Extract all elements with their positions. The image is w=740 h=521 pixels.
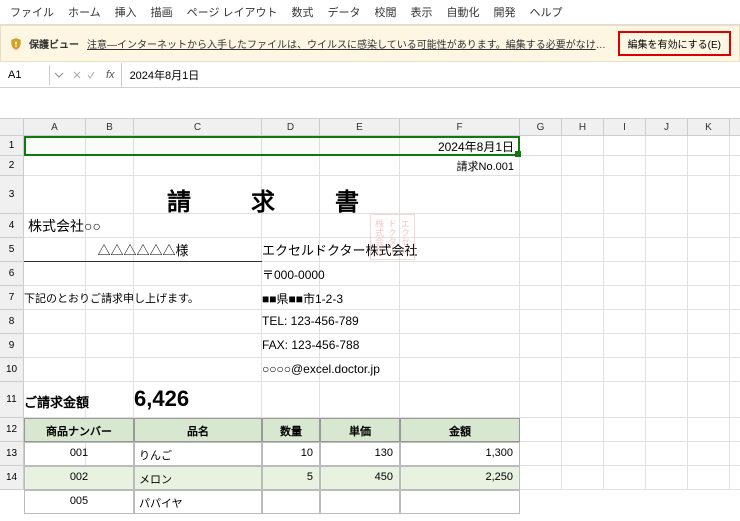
cells-area[interactable]: 2024年8月1日請求No.001請 求 書株式会社○○△△△△△△様 エクセルド…	[24, 136, 740, 490]
table-header-0: 商品ナンバー	[24, 418, 134, 442]
menu-自動化[interactable]: 自動化	[447, 4, 480, 20]
cell-unit-2	[320, 490, 400, 514]
col-header-H[interactable]: H	[562, 119, 604, 135]
table-header-4: 金額	[400, 418, 520, 442]
cell-qty-0: 10	[262, 442, 320, 466]
row-header-2[interactable]: 2	[0, 156, 23, 176]
address: ■■県■■市1-2-3	[262, 286, 520, 310]
row-header-12[interactable]: 12	[0, 418, 23, 442]
col-header-F[interactable]: F	[400, 119, 520, 135]
invoice-title: 請 求 書	[24, 176, 520, 214]
note: 下記のとおりご請求申し上げます。	[24, 286, 262, 310]
cell-amt-0: 1,300	[400, 442, 520, 466]
cell-amt-1: 2,250	[400, 466, 520, 490]
menu-挿入[interactable]: 挿入	[115, 4, 137, 20]
email: ○○○○@excel.doctor.jp	[262, 358, 520, 382]
warning-title: 保護ビュー	[29, 36, 79, 51]
row-header-9[interactable]: 9	[0, 334, 23, 358]
warning-message: 注意—インターネットから入手したファイルは、ウイルスに感染している可能性がありま…	[87, 36, 610, 51]
row-header-10[interactable]: 10	[0, 358, 23, 382]
fx-label[interactable]: fx	[100, 69, 121, 81]
formula-bar: A1 fx 2024年8月1日	[0, 62, 740, 88]
menu-校閲[interactable]: 校閲	[375, 4, 397, 20]
amount-label: ご請求金額	[24, 382, 134, 418]
col-header-G[interactable]: G	[520, 119, 562, 135]
row-headers: 1234567891011121314	[0, 136, 24, 490]
row-header-6[interactable]: 6	[0, 262, 23, 286]
company-stamp: エクセルドクター株式会社	[370, 214, 415, 260]
table-header-1: 品名	[134, 418, 262, 442]
enable-editing-button[interactable]: 編集を有効にする(E)	[618, 31, 731, 56]
menu-ファイル[interactable]: ファイル	[10, 4, 54, 20]
recipient: △△△△△△様	[24, 238, 262, 262]
row-header-4[interactable]: 4	[0, 214, 23, 238]
menu-ヘルプ[interactable]: ヘルプ	[530, 4, 563, 20]
amount-value: 6,426	[134, 382, 320, 418]
cell-unit-0: 130	[320, 442, 400, 466]
tel: TEL: 123-456-789	[262, 310, 520, 334]
cell-qty-2	[262, 490, 320, 514]
col-header-D[interactable]: D	[262, 119, 320, 135]
menu-ページ レイアウト[interactable]: ページ レイアウト	[187, 4, 278, 20]
row-header-8[interactable]: 8	[0, 310, 23, 334]
protected-view-bar: 保護ビュー 注意—インターネットから入手したファイルは、ウイルスに感染している可…	[0, 25, 740, 62]
cell-name-2: パパイヤ	[134, 490, 262, 514]
menu-ホーム[interactable]: ホーム	[68, 4, 101, 20]
cell-qty-1: 5	[262, 466, 320, 490]
row-header-7[interactable]: 7	[0, 286, 23, 310]
col-header-J[interactable]: J	[646, 119, 688, 135]
spreadsheet-grid[interactable]: ABCDEFGHIJK 1234567891011121314 2024年8月1…	[0, 118, 740, 490]
menu-表示[interactable]: 表示	[411, 4, 433, 20]
cell-invoice-no: 請求No.001	[24, 156, 520, 176]
cell-name-0: りんご	[134, 442, 262, 466]
col-header-I[interactable]: I	[604, 119, 646, 135]
cell-no-2: 005	[24, 490, 134, 514]
row-header-13[interactable]: 13	[0, 442, 23, 466]
cell-no-0: 001	[24, 442, 134, 466]
client-name: 株式会社○○	[24, 214, 262, 238]
table-header-2: 数量	[262, 418, 320, 442]
menu-数式[interactable]: 数式	[292, 4, 314, 20]
row-header-11[interactable]: 11	[0, 382, 23, 418]
namebox-dropdown[interactable]	[50, 70, 68, 80]
cell-amt-2	[400, 490, 520, 514]
row-header-3[interactable]: 3	[0, 176, 23, 214]
cell-date: 2024年8月1日	[24, 136, 520, 156]
shield-icon	[9, 37, 23, 51]
formula-input[interactable]: 2024年8月1日	[121, 63, 740, 87]
select-all-corner[interactable]	[0, 119, 24, 135]
chevron-down-icon	[54, 70, 64, 80]
row-header-1[interactable]: 1	[0, 136, 23, 156]
column-headers: ABCDEFGHIJK	[0, 118, 740, 136]
table-header-3: 単価	[320, 418, 400, 442]
menu-描画[interactable]: 描画	[151, 4, 173, 20]
col-header-K[interactable]: K	[688, 119, 730, 135]
col-header-B[interactable]: B	[86, 119, 134, 135]
cell-name-1: メロン	[134, 466, 262, 490]
row-header-5[interactable]: 5	[0, 238, 23, 262]
menu-データ[interactable]: データ	[328, 4, 361, 20]
check-icon[interactable]	[86, 70, 96, 80]
col-header-E[interactable]: E	[320, 119, 400, 135]
postal: 〒000-0000	[262, 262, 520, 286]
col-header-A[interactable]: A	[24, 119, 86, 135]
menu-bar: ファイルホーム挿入描画ページ レイアウト数式データ校閲表示自動化開発ヘルプ	[0, 0, 740, 25]
fax: FAX: 123-456-788	[262, 334, 520, 358]
col-header-C[interactable]: C	[134, 119, 262, 135]
row-header-14[interactable]: 14	[0, 466, 23, 490]
name-box[interactable]: A1	[0, 65, 50, 85]
cell-no-1: 002	[24, 466, 134, 490]
cell-unit-1: 450	[320, 466, 400, 490]
menu-開発[interactable]: 開発	[494, 4, 516, 20]
cancel-icon[interactable]	[72, 70, 82, 80]
